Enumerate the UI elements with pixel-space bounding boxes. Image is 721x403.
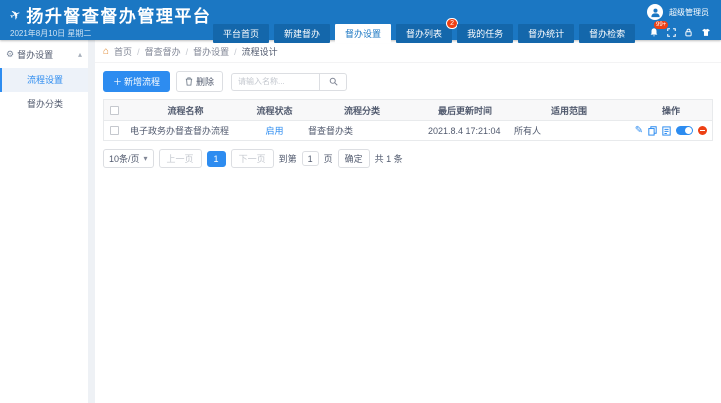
tab-new-supervision[interactable]: 新建督办 xyxy=(274,24,331,43)
col-process-status: 流程状态 xyxy=(256,105,293,116)
user-avatar-icon[interactable] xyxy=(647,4,663,20)
col-last-updated: 最后更新时间 xyxy=(437,105,492,116)
tab-platform-home[interactable]: 平台首页 xyxy=(213,24,270,43)
goto-confirm-button[interactable]: 确定 xyxy=(337,149,370,168)
add-process-button[interactable]: ＋ 新增流程 xyxy=(103,71,171,92)
disable-icon[interactable] xyxy=(698,126,708,135)
tab-supervision-list[interactable]: 督办列表 2 xyxy=(396,18,459,43)
app-title: ✈ 扬升督查督办管理平台 xyxy=(7,2,212,27)
logo-icon: ✈ xyxy=(7,4,25,24)
cell-last-updated: 2021.8.4 17:21:04 xyxy=(428,125,501,136)
table-header-row: 流程名称 流程状态 流程分类 最后更新时间 适用范围 操作 xyxy=(104,100,712,120)
username-label[interactable]: 超级管理员 xyxy=(669,7,709,18)
next-page-button[interactable]: 下一页 xyxy=(230,149,274,168)
current-date: 2021年8月10日 星期二 xyxy=(10,29,92,38)
select-all-cell xyxy=(104,105,124,115)
sidebar-item-supervision-category[interactable]: 督办分类 xyxy=(0,92,88,116)
table-row: 电子政务办督查督办流程 启用 督查督办类 2021.8.4 17:21:04 所… xyxy=(104,120,712,140)
select-all-checkbox[interactable] xyxy=(109,105,119,115)
toggle-knob xyxy=(685,127,693,134)
app-title-text: 扬升督查督办管理平台 xyxy=(26,7,212,26)
bell-icon[interactable]: 99+ xyxy=(649,21,669,38)
enable-toggle[interactable] xyxy=(676,126,694,135)
disable-icon-bar xyxy=(700,129,706,132)
page-body: ⚙ 督办设置 ▴ 流程设置 督办分类 ⌂ 首页 / 督查督办 / 督办设置 / … xyxy=(0,40,721,403)
tab-my-tasks[interactable]: 我的任务 xyxy=(457,24,514,43)
plus-icon: ＋ xyxy=(113,77,123,87)
col-process-name: 流程名称 xyxy=(167,105,204,116)
tab-supervision-settings[interactable]: 督办设置 xyxy=(335,24,392,43)
sidebar-group-label: 督办设置 xyxy=(17,50,54,60)
breadcrumb-home[interactable]: 首页 xyxy=(114,45,132,58)
chevron-down-icon: ▾ xyxy=(143,154,148,163)
pagination: 10条/页 ▾ 上一页 1 下一页 到第 页 确定 共 1 条 xyxy=(103,149,713,168)
edit-icon[interactable]: ✎ xyxy=(635,125,643,136)
breadcrumb-settings[interactable]: 督办设置 xyxy=(193,45,229,58)
breadcrumb-separator: / xyxy=(185,46,189,57)
search-button[interactable] xyxy=(319,72,348,91)
main-panel: ⌂ 首页 / 督查督办 / 督办设置 / 流程设计 ＋ 新增流程 删除 请输入名… xyxy=(95,40,721,403)
col-process-category: 流程分类 xyxy=(343,105,380,116)
gear-icon: ⚙ xyxy=(6,49,15,59)
theme-icon[interactable] xyxy=(701,28,711,37)
cell-process-category: 督查督办类 xyxy=(308,126,354,136)
goto-prefix-label: 到第 xyxy=(278,154,297,164)
col-scope: 适用范围 xyxy=(550,105,587,116)
lock-icon[interactable] xyxy=(684,28,693,37)
search-group xyxy=(231,72,348,91)
sidebar-group-supervision-settings[interactable]: ⚙ 督办设置 ▴ xyxy=(0,40,88,68)
current-page-button[interactable]: 1 xyxy=(206,150,226,167)
toolbar: ＋ 新增流程 删除 xyxy=(95,63,721,99)
prev-page-button[interactable]: 上一页 xyxy=(158,149,202,168)
breadcrumb-process-design: 流程设计 xyxy=(241,47,278,57)
user-box[interactable]: 超级管理员 xyxy=(647,4,709,20)
total-count-label: 共 1 条 xyxy=(374,154,403,164)
app-header: ✈ 扬升督查督办管理平台 2021年8月10日 星期二 平台首页 新建督办 督办… xyxy=(0,0,721,43)
fullscreen-icon[interactable] xyxy=(667,28,676,37)
row-checkbox-cell xyxy=(104,126,124,135)
breadcrumb: ⌂ 首页 / 督查督办 / 督办设置 / 流程设计 xyxy=(95,40,721,63)
row-checkbox[interactable] xyxy=(109,126,119,135)
breadcrumb-separator: / xyxy=(137,46,140,57)
main-nav: 平台首页 新建督办 督办设置 督办列表 2 我的任务 督办统计 督办检索 xyxy=(213,18,636,43)
sidebar-item-process-settings[interactable]: 流程设置 xyxy=(0,68,88,92)
tab-supervision-search[interactable]: 督办检索 xyxy=(579,24,636,43)
header-icon-bar: 99+ xyxy=(649,21,711,38)
tab-supervision-stats[interactable]: 督办统计 xyxy=(518,24,575,43)
collapse-caret-icon: ▴ xyxy=(77,50,82,59)
search-input[interactable] xyxy=(231,72,320,91)
cell-scope: 所有人 xyxy=(514,126,542,136)
cell-operations: ✎ xyxy=(630,125,712,136)
cell-process-name: 电子政务办督查督办流程 xyxy=(130,126,230,136)
page-size-select[interactable]: 10条/页 ▾ xyxy=(103,149,154,168)
home-icon[interactable]: ⌂ xyxy=(103,46,109,57)
search-icon xyxy=(329,77,338,86)
cell-process-status: 启用 xyxy=(265,126,284,136)
delete-button[interactable]: 删除 xyxy=(176,71,224,92)
goto-suffix-label: 页 xyxy=(323,154,333,164)
goto-page-input[interactable] xyxy=(301,151,319,166)
breadcrumb-supervision[interactable]: 督查督办 xyxy=(145,45,181,58)
process-table: 流程名称 流程状态 流程分类 最后更新时间 适用范围 操作 电子政务办督查督办流… xyxy=(103,99,713,141)
sidebar: ⚙ 督办设置 ▴ 流程设置 督办分类 xyxy=(0,40,88,403)
design-icon[interactable] xyxy=(662,125,671,136)
operation-icons: ✎ xyxy=(630,125,712,136)
copy-icon[interactable] xyxy=(648,125,657,136)
trash-icon xyxy=(185,77,193,86)
layout-gutter xyxy=(88,40,95,403)
breadcrumb-separator: / xyxy=(234,46,237,57)
col-operations: 操作 xyxy=(661,105,680,116)
